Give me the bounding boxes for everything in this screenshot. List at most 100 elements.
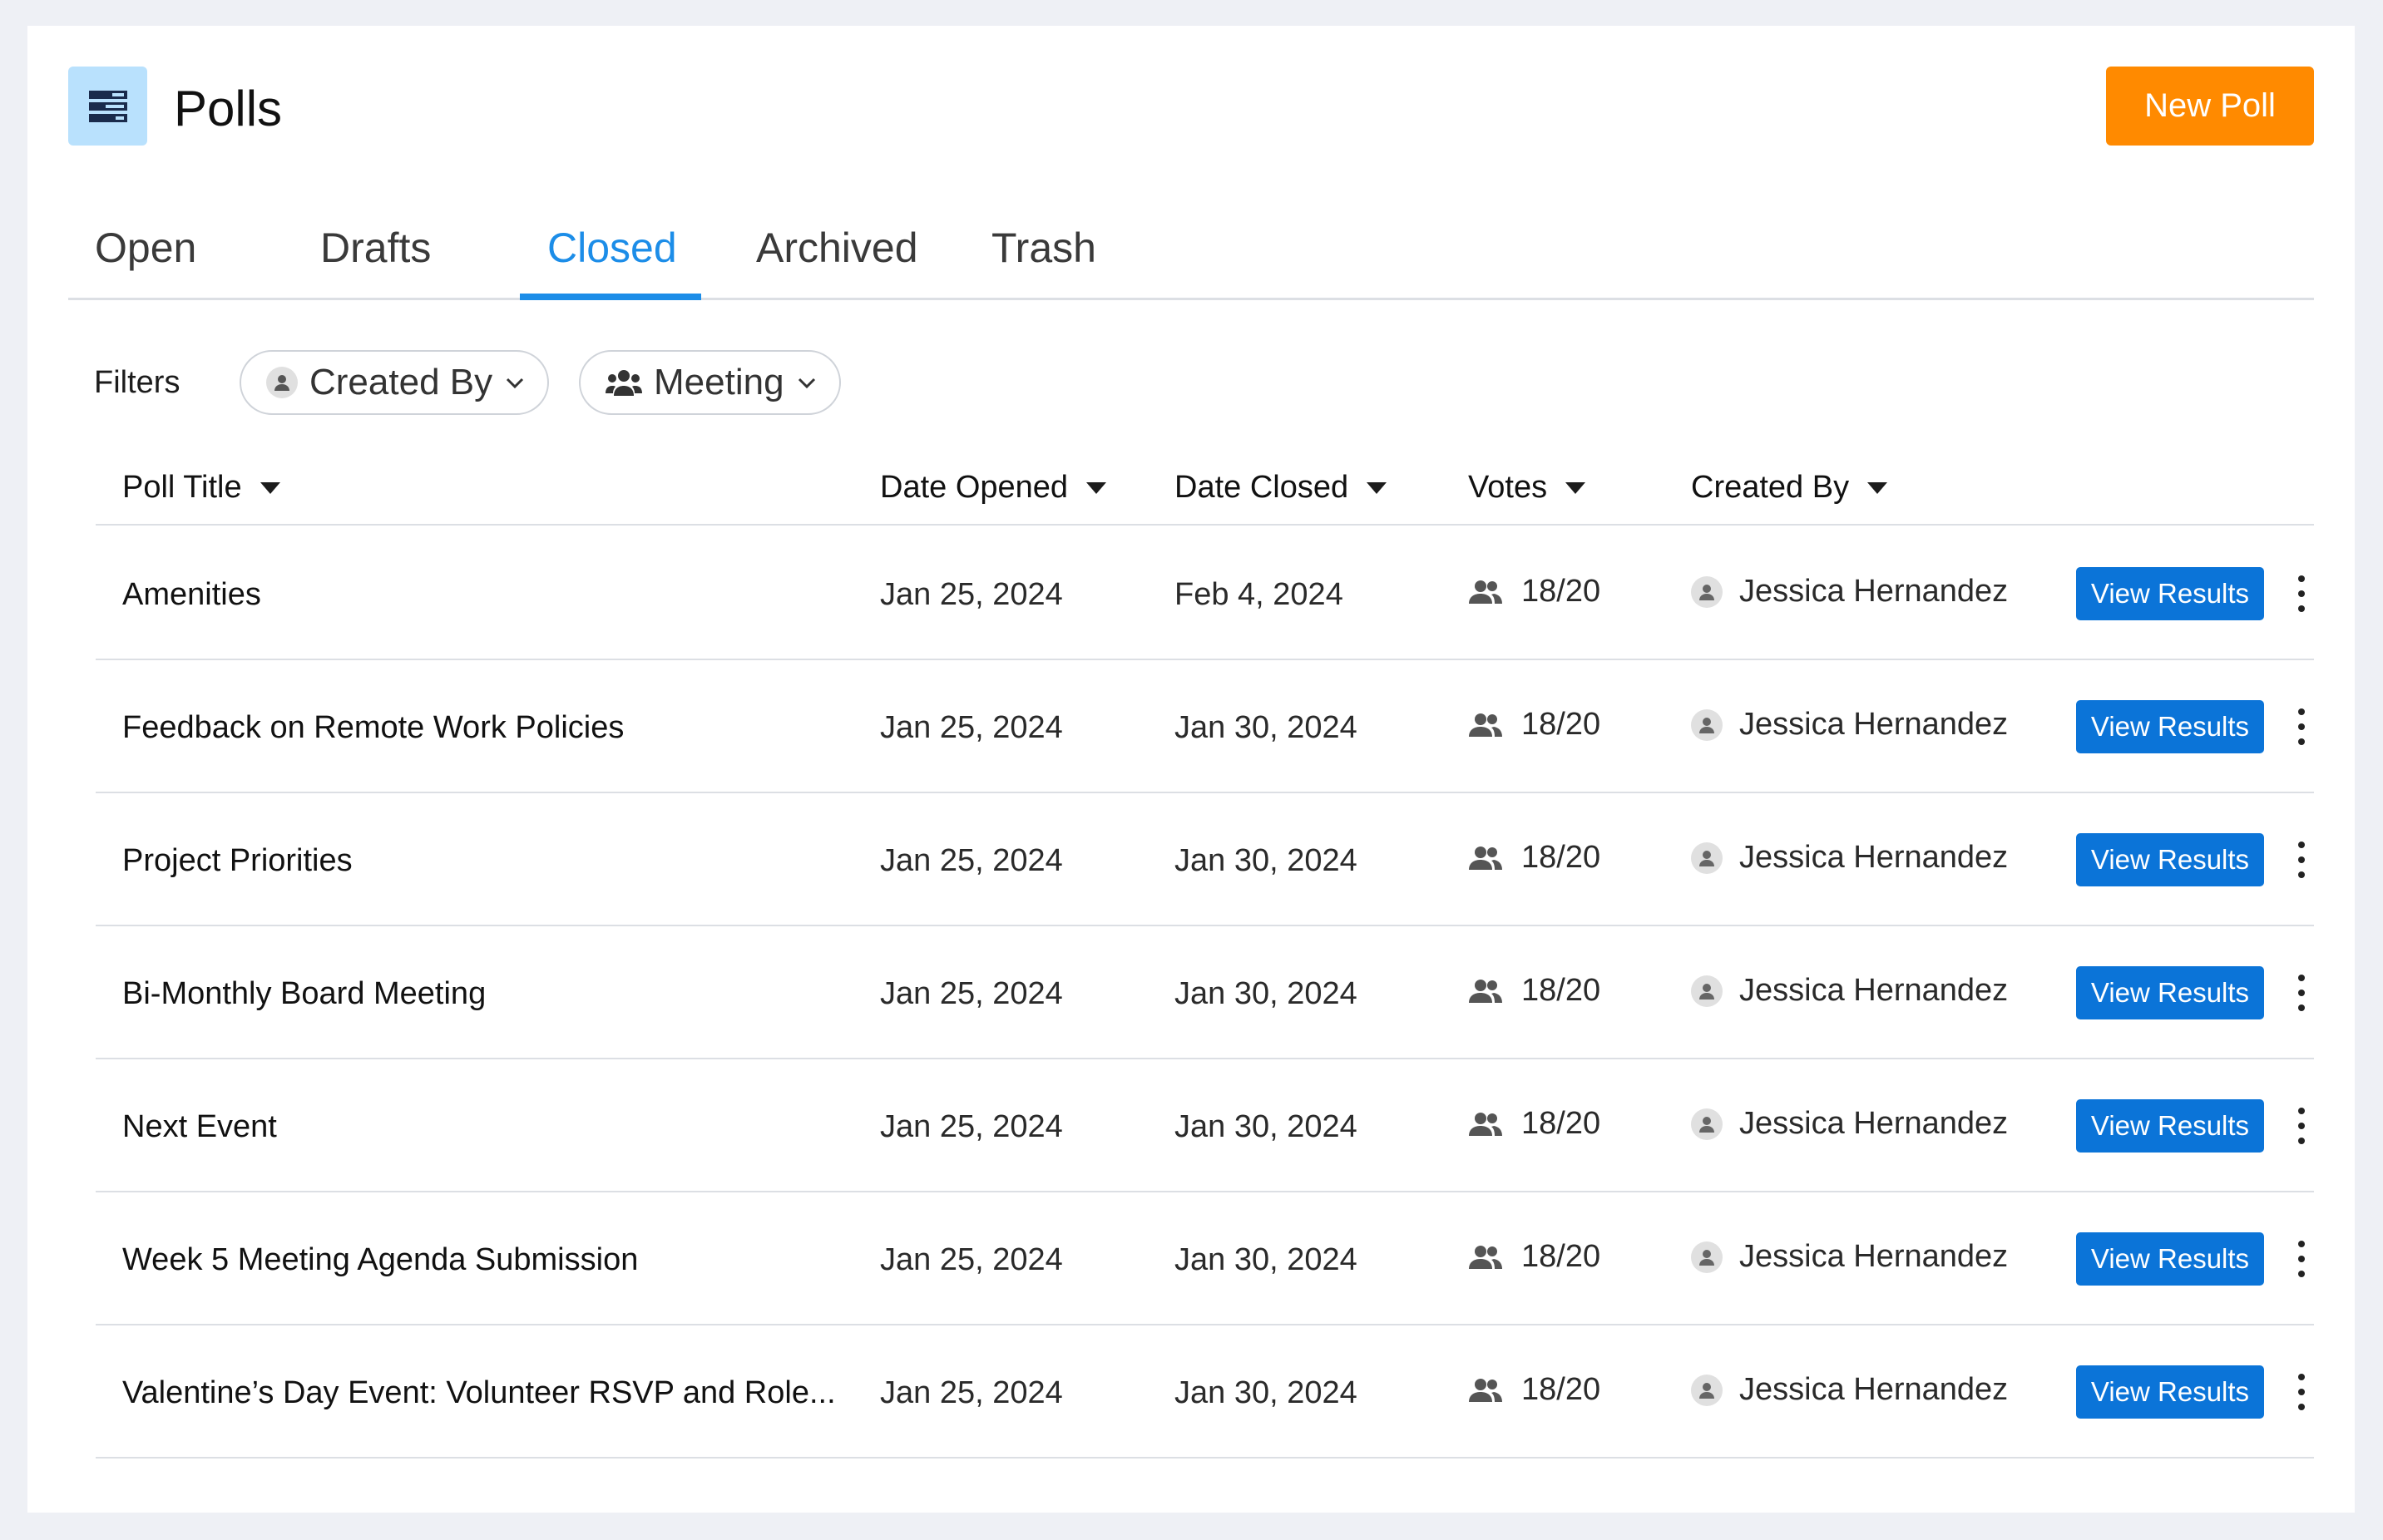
created-by-cell: Jessica Hernandez (1691, 973, 2008, 1009)
column-poll-title[interactable]: Poll Title (122, 470, 280, 506)
column-date-opened[interactable]: Date Opened (880, 470, 1107, 506)
group-icon (1469, 1112, 1502, 1136)
creator-name: Jessica Hernandez (1739, 1106, 2009, 1141)
table-header: Poll Title Date Opened Date Closed Votes… (96, 463, 2314, 526)
date-opened: Jan 25, 2024 (880, 1109, 1063, 1144)
sort-caret-icon (1367, 481, 1387, 494)
person-icon (266, 367, 298, 398)
date-opened: Jan 25, 2024 (880, 577, 1063, 612)
chevron-down-icon (507, 378, 524, 389)
created-by-filter[interactable]: Created By (240, 350, 550, 415)
poll-title[interactable]: Bi-Monthly Board Meeting (122, 976, 486, 1012)
poll-title[interactable]: Valentine’s Day Event: Volunteer RSVP an… (122, 1375, 836, 1411)
view-results-button[interactable]: View Results (2076, 833, 2264, 886)
creator-name: Jessica Hernandez (1739, 840, 2009, 875)
creator-name: Jessica Hernandez (1739, 1239, 2009, 1274)
created-by-cell: Jessica Hernandez (1691, 840, 2008, 876)
date-closed: Jan 30, 2024 (1174, 843, 1357, 878)
votes-count: 18/20 (1521, 973, 1601, 1008)
poll-title[interactable]: Week 5 Meeting Agenda Submission (122, 1242, 638, 1278)
poll-title[interactable]: Amenities (122, 577, 261, 613)
table-row: Valentine’s Day Event: Volunteer RSVP an… (96, 1325, 2314, 1459)
meeting-filter[interactable]: Meeting (579, 350, 841, 415)
table-row: Project Priorities Jan 25, 2024 Jan 30, … (96, 793, 2314, 926)
column-votes[interactable]: Votes (1468, 470, 1586, 506)
created-by-cell: Jessica Hernandez (1691, 574, 2008, 610)
date-opened: Jan 25, 2024 (880, 1375, 1063, 1410)
column-created-by[interactable]: Created By (1691, 470, 1888, 506)
person-icon (1691, 842, 1723, 874)
date-closed: Jan 30, 2024 (1174, 1109, 1357, 1144)
creator-name: Jessica Hernandez (1739, 707, 2009, 742)
person-icon (1691, 708, 1723, 741)
tab-closed[interactable]: Closed (547, 224, 677, 272)
creator-name: Jessica Hernandez (1739, 574, 2009, 609)
tab-archived[interactable]: Archived (756, 224, 918, 272)
more-vertical-icon[interactable] (2292, 1236, 2311, 1282)
votes-count: 18/20 (1521, 1239, 1601, 1274)
more-vertical-icon[interactable] (2292, 703, 2311, 750)
polls-table-body: Amenities Jan 25, 2024 Feb 4, 2024 18/20… (96, 527, 2314, 1459)
more-vertical-icon[interactable] (2292, 970, 2311, 1016)
table-row: Week 5 Meeting Agenda Submission Jan 25,… (96, 1192, 2314, 1325)
tab-open[interactable]: Open (95, 224, 196, 272)
tab-drafts[interactable]: Drafts (320, 224, 431, 272)
creator-name: Jessica Hernandez (1739, 1372, 2009, 1407)
group-icon (1469, 846, 1502, 870)
poll-title[interactable]: Project Priorities (122, 843, 353, 879)
created-by-cell: Jessica Hernandez (1691, 1106, 2008, 1142)
person-icon (1691, 1108, 1723, 1140)
more-vertical-icon[interactable] (2292, 837, 2311, 883)
page-title: Polls (174, 81, 283, 136)
created-by-filter-label: Created By (309, 362, 493, 402)
view-results-button[interactable]: View Results (2076, 966, 2264, 1019)
group-icon (1469, 580, 1502, 604)
person-icon (1691, 1374, 1723, 1406)
date-opened: Jan 25, 2024 (880, 710, 1063, 745)
votes-count: 18/20 (1521, 1372, 1601, 1407)
votes-cell: 18/20 (1468, 973, 1600, 1009)
sort-caret-icon (1565, 481, 1586, 494)
group-icon (1469, 1378, 1502, 1402)
votes-cell: 18/20 (1468, 1106, 1600, 1142)
new-poll-button[interactable]: New Poll (2106, 67, 2314, 146)
votes-cell: 18/20 (1468, 707, 1600, 743)
view-results-button[interactable]: View Results (2076, 1365, 2264, 1419)
person-icon (1691, 1241, 1723, 1273)
filters-bar: Filters Created By Meeting (68, 350, 2314, 417)
date-closed: Feb 4, 2024 (1174, 577, 1343, 612)
created-by-cell: Jessica Hernandez (1691, 1239, 2008, 1275)
status-tabs: Open Drafts Closed Archived Trash (68, 200, 2314, 300)
more-vertical-icon[interactable] (2292, 1103, 2311, 1149)
table-row: Amenities Jan 25, 2024 Feb 4, 2024 18/20… (96, 527, 2314, 660)
view-results-button[interactable]: View Results (2076, 567, 2264, 620)
poll-title[interactable]: Next Event (122, 1109, 277, 1145)
group-icon (606, 370, 642, 396)
date-closed: Jan 30, 2024 (1174, 1242, 1357, 1277)
column-date-closed[interactable]: Date Closed (1174, 470, 1387, 506)
view-results-button[interactable]: View Results (2076, 700, 2264, 753)
votes-cell: 18/20 (1468, 840, 1600, 876)
table-row: Feedback on Remote Work Policies Jan 25,… (96, 660, 2314, 793)
view-results-button[interactable]: View Results (2076, 1099, 2264, 1153)
tab-trash[interactable]: Trash (991, 224, 1096, 272)
votes-cell: 18/20 (1468, 1372, 1600, 1408)
poll-title[interactable]: Feedback on Remote Work Policies (122, 710, 624, 746)
view-results-button[interactable]: View Results (2076, 1232, 2264, 1286)
votes-count: 18/20 (1521, 707, 1601, 742)
creator-name: Jessica Hernandez (1739, 973, 2009, 1008)
votes-cell: 18/20 (1468, 574, 1600, 610)
group-icon (1469, 713, 1502, 737)
person-icon (1691, 575, 1723, 608)
votes-count: 18/20 (1521, 574, 1601, 609)
date-closed: Jan 30, 2024 (1174, 710, 1357, 745)
created-by-cell: Jessica Hernandez (1691, 1372, 2008, 1408)
more-vertical-icon[interactable] (2292, 1369, 2311, 1415)
meeting-filter-label: Meeting (654, 362, 784, 402)
table-row: Next Event Jan 25, 2024 Jan 30, 2024 18/… (96, 1059, 2314, 1192)
polls-list-icon (68, 67, 147, 146)
person-icon (1691, 975, 1723, 1007)
votes-count: 18/20 (1521, 840, 1601, 875)
sort-caret-icon (260, 481, 280, 494)
more-vertical-icon[interactable] (2292, 570, 2311, 617)
